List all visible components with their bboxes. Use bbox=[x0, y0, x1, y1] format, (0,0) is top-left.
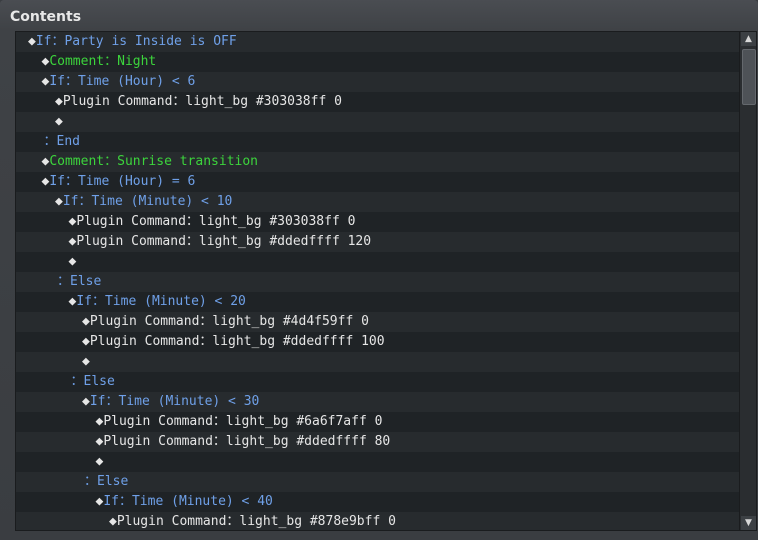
command-row[interactable]: ◆Plugin Command：light_bg #303038ff 0 bbox=[16, 92, 739, 112]
command-text: Plugin Command：light_bg #6a6f7aff 0 bbox=[103, 414, 383, 429]
command-row[interactable]: ◆Plugin Command：light_bg #303038ff 0 bbox=[16, 212, 739, 232]
command-row-content: ◆Comment：Night bbox=[42, 52, 157, 72]
command-row[interactable]: ◆Plugin Command：light_bg #ddedffff 100 bbox=[16, 332, 739, 352]
command-row[interactable]: ◆Comment：Sunrise transition bbox=[16, 152, 739, 172]
command-diamond-icon: ◆ bbox=[55, 94, 63, 109]
command-row-content: ◆Plugin Command：light_bg #ddedffff 120 bbox=[69, 232, 372, 252]
command-row-content: ◆Plugin Command：light_bg #ddedffff 100 bbox=[82, 332, 385, 352]
command-row-content: ◆ bbox=[55, 112, 63, 132]
command-row[interactable]: ◆If：Time (Minute) < 40 bbox=[16, 492, 739, 512]
command-row-content: ◆If：Party is Inside is OFF bbox=[28, 32, 237, 52]
command-row[interactable]: ◆ bbox=[16, 112, 739, 132]
command-row[interactable]: ：Else bbox=[16, 272, 739, 292]
command-text: If：Party is Inside is OFF bbox=[35, 34, 237, 49]
command-text: Comment：Sunrise transition bbox=[49, 154, 258, 169]
command-text: Plugin Command：light_bg #878e9bff 0 bbox=[116, 514, 396, 529]
command-row-content: ：Else bbox=[57, 272, 101, 292]
command-row[interactable]: ：Else bbox=[16, 372, 739, 392]
event-command-list-frame: ◆If：Party is Inside is OFF ◆Comment：Night… bbox=[15, 31, 757, 531]
scroll-down-arrow-icon[interactable]: ▼ bbox=[741, 516, 756, 530]
command-diamond-icon: ◆ bbox=[82, 314, 90, 329]
command-diamond-icon: ◆ bbox=[28, 34, 36, 49]
command-row-content: ◆If：Time (Minute) < 30 bbox=[82, 392, 259, 412]
command-text: If：Time (Hour) = 6 bbox=[49, 174, 196, 189]
command-text: Plugin Command：light_bg #303038ff 0 bbox=[76, 214, 356, 229]
panel-title: Contents bbox=[10, 9, 82, 25]
command-text: If：Time (Minute) < 40 bbox=[103, 494, 273, 509]
command-row[interactable]: ◆ bbox=[16, 252, 739, 272]
command-text: ：Else bbox=[57, 274, 102, 289]
command-row-content: ◆ bbox=[82, 352, 90, 372]
command-row-content: ：End bbox=[44, 132, 80, 152]
command-diamond-icon: ◆ bbox=[68, 254, 77, 269]
command-row-content: ◆Plugin Command：light_bg #303038ff 0 bbox=[69, 212, 356, 232]
command-row[interactable]: ◆Plugin Command：light_bg #ddedffff 80 bbox=[16, 432, 739, 452]
command-diamond-icon: ◆ bbox=[55, 194, 63, 209]
command-row-content: ◆If：Time (Minute) < 20 bbox=[69, 292, 246, 312]
scrollbar-thumb[interactable] bbox=[742, 49, 756, 105]
command-text: If：Time (Minute) < 30 bbox=[89, 394, 260, 409]
command-row[interactable]: ◆If：Time (Minute) < 10 bbox=[16, 192, 739, 212]
command-text: ：End bbox=[43, 134, 80, 149]
command-row[interactable]: ◆Plugin Command：light_bg #6a6f7aff 0 bbox=[16, 412, 739, 432]
scroll-up-arrow-icon[interactable]: ▲ bbox=[741, 32, 756, 46]
command-text: Plugin Command：light_bg #303038ff 0 bbox=[62, 94, 342, 109]
command-row-content: ◆If：Time (Minute) < 10 bbox=[55, 192, 232, 212]
command-text: Plugin Command：light_bg #4d4f59ff 0 bbox=[89, 314, 369, 329]
command-row-content: ◆If：Time (Hour) = 6 bbox=[42, 172, 196, 192]
command-row[interactable]: ◆Plugin Command：light_bg #ddedffff 120 bbox=[16, 232, 739, 252]
command-row-content: ◆Plugin Command：light_bg #ddedffff 80 bbox=[96, 432, 391, 452]
command-row[interactable]: ◆ bbox=[16, 452, 739, 472]
command-row-content: ◆If：Time (Hour) < 6 bbox=[42, 72, 196, 92]
command-diamond-icon: ◆ bbox=[109, 514, 117, 529]
command-diamond-icon: ◆ bbox=[55, 114, 63, 129]
command-row[interactable]: ◆If：Time (Hour) = 6 bbox=[16, 172, 739, 192]
command-text: Comment：Night bbox=[49, 54, 157, 69]
event-command-list[interactable]: ◆If：Party is Inside is OFF ◆Comment：Night… bbox=[16, 32, 739, 530]
command-row-content: ◆ bbox=[69, 252, 77, 272]
command-row-content: ◆Comment：Sunrise transition bbox=[42, 152, 259, 172]
command-text: Plugin Command：light_bg #ddedffff 120 bbox=[76, 234, 372, 249]
command-row[interactable]: ◆ bbox=[16, 352, 739, 372]
command-row-content: ：Else bbox=[71, 372, 115, 392]
command-text: If：Time (Hour) < 6 bbox=[49, 74, 196, 89]
command-text: ：Else bbox=[84, 474, 129, 489]
command-text: Plugin Command：light_bg #ddedffff 100 bbox=[89, 334, 385, 349]
contents-panel: Contents ◆If：Party is Inside is OFF ◆Comm… bbox=[0, 0, 758, 540]
command-row[interactable]: ◆Plugin Command：light_bg #4d4f59ff 0 bbox=[16, 312, 739, 332]
command-text: Plugin Command：light_bg #ddedffff 80 bbox=[103, 434, 391, 449]
command-text: If：Time (Minute) < 20 bbox=[76, 294, 246, 309]
command-row[interactable]: ：Else bbox=[16, 472, 739, 492]
command-row[interactable]: ◆Comment：Night bbox=[16, 52, 739, 72]
vertical-scrollbar[interactable]: ▲ ▼ bbox=[739, 32, 756, 530]
command-row[interactable]: ◆Plugin Command：light_bg #878e9bff 0 bbox=[16, 512, 739, 530]
command-row-content: ：Else bbox=[84, 472, 128, 492]
command-row[interactable]: ◆If：Time (Minute) < 30 bbox=[16, 392, 739, 412]
command-diamond-icon: ◆ bbox=[82, 334, 90, 349]
command-row-content: ◆Plugin Command：light_bg #303038ff 0 bbox=[55, 92, 342, 112]
command-row-content: ◆ bbox=[96, 452, 104, 472]
command-row[interactable]: ◆If：Time (Hour) < 6 bbox=[16, 72, 739, 92]
command-row-content: ◆Plugin Command：light_bg #878e9bff 0 bbox=[109, 512, 396, 530]
command-row[interactable]: ：End bbox=[16, 132, 739, 152]
command-row-content: ◆Plugin Command：light_bg #4d4f59ff 0 bbox=[82, 312, 369, 332]
command-row[interactable]: ◆If：Time (Minute) < 20 bbox=[16, 292, 739, 312]
command-text: If：Time (Minute) < 10 bbox=[62, 194, 233, 209]
command-diamond-icon: ◆ bbox=[82, 394, 90, 409]
command-row-content: ◆Plugin Command：light_bg #6a6f7aff 0 bbox=[96, 412, 383, 432]
command-row[interactable]: ◆If：Party is Inside is OFF bbox=[16, 32, 739, 52]
command-text: ：Else bbox=[70, 374, 115, 389]
command-diamond-icon: ◆ bbox=[82, 354, 90, 369]
command-row-content: ◆If：Time (Minute) < 40 bbox=[96, 492, 273, 512]
command-diamond-icon: ◆ bbox=[95, 454, 104, 469]
